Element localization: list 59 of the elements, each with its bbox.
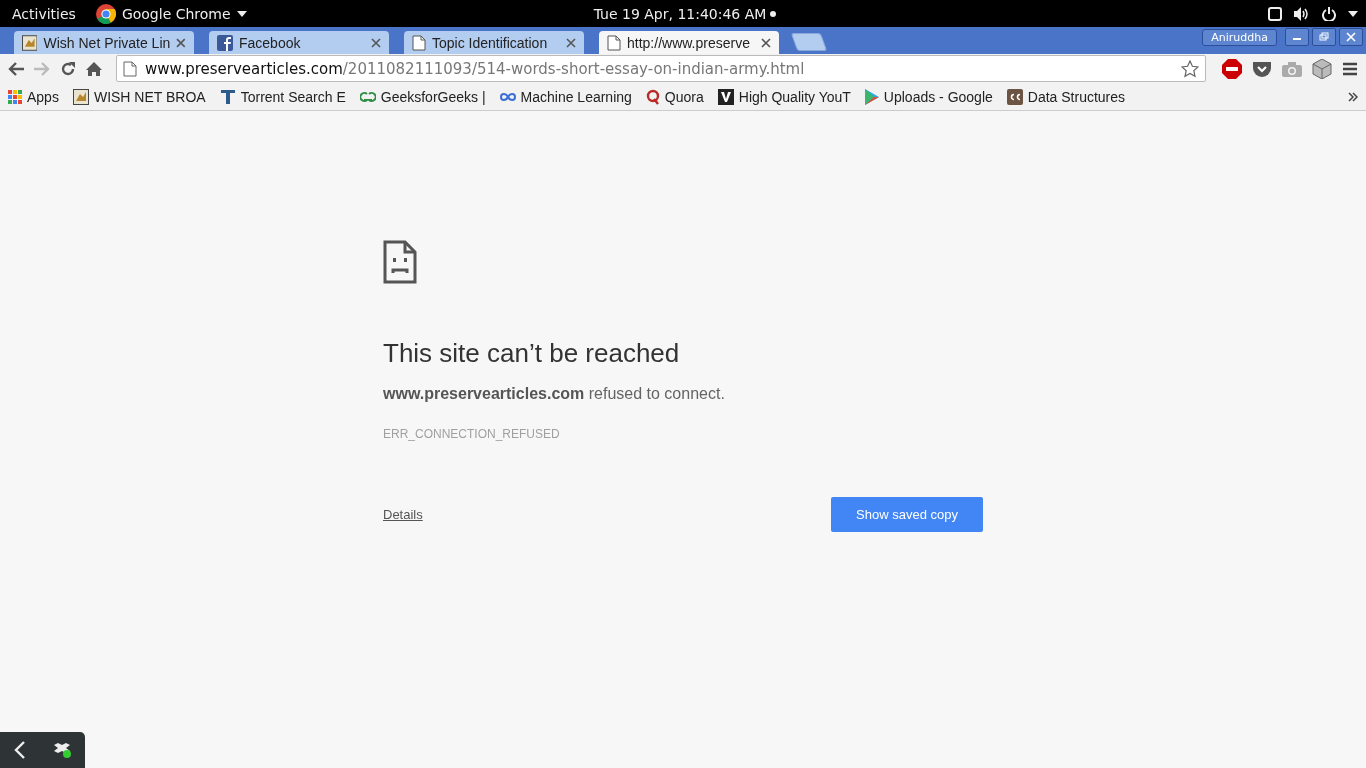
window-icon[interactable] xyxy=(1268,6,1282,21)
details-link[interactable]: Details xyxy=(383,507,423,522)
star-icon[interactable] xyxy=(1181,59,1199,78)
cube-icon[interactable] xyxy=(1312,58,1332,79)
stop-sign-icon[interactable] xyxy=(1222,58,1242,79)
cc-icon xyxy=(1006,88,1023,105)
close-icon[interactable] xyxy=(176,37,186,48)
play-icon xyxy=(864,88,879,105)
profile-button[interactable]: Aniruddha xyxy=(1202,29,1277,46)
browser-tab[interactable]: http://www.preserve xyxy=(599,31,779,54)
browser-tab[interactable]: Topic Identification xyxy=(404,31,584,54)
letter-t-icon xyxy=(219,88,236,105)
restore-icon[interactable] xyxy=(1318,31,1330,43)
error-message: www.preservearticles.com refused to connect. xyxy=(383,385,725,403)
caret-icon[interactable] xyxy=(1348,10,1358,17)
chevron-icon[interactable] xyxy=(1348,91,1358,102)
bookmark[interactable]: Machine Learning xyxy=(499,88,632,105)
menu-icon[interactable] xyxy=(1342,61,1358,76)
browser-tab[interactable]: Facebook xyxy=(209,31,389,54)
error-title: This site can’t be reached xyxy=(383,338,680,369)
thumbnail-icon xyxy=(22,34,38,51)
clock[interactable]: Tue 19 Apr, 11:40:46 AM xyxy=(593,5,767,22)
caret-icon xyxy=(236,10,247,17)
close-icon[interactable] xyxy=(566,37,576,48)
reload-icon[interactable] xyxy=(60,60,76,77)
close-icon[interactable] xyxy=(761,37,771,48)
grid-icon xyxy=(8,89,22,104)
sad-page-icon xyxy=(383,240,417,284)
dot-icon xyxy=(770,10,777,17)
page-icon xyxy=(412,34,426,51)
address-bar[interactable]: www.preservearticles.com/2011082111093/514-words-short-essay-on-indian-army.html xyxy=(116,55,1206,82)
letter-f-icon xyxy=(217,34,233,51)
bookmark[interactable]: High Quality YouT xyxy=(717,88,851,105)
error-code: ERR_CONNECTION_REFUSED xyxy=(383,427,560,441)
bookmark[interactable]: Data Structures xyxy=(1006,88,1126,105)
activities-button[interactable]: Activities xyxy=(12,5,76,22)
letter-v-icon xyxy=(717,88,734,105)
bookmark[interactable]: WISH NET BROA xyxy=(72,88,206,105)
show-saved-copy-button[interactable]: Show saved copy xyxy=(831,497,983,532)
thumbnail-icon xyxy=(72,88,89,105)
close-icon[interactable] xyxy=(371,37,381,48)
bookmark[interactable]: Apps xyxy=(8,88,59,105)
new-tab-button[interactable] xyxy=(790,33,828,51)
letter-q-icon xyxy=(645,88,660,105)
home-icon[interactable] xyxy=(86,60,102,77)
infinity-icon xyxy=(499,91,516,102)
bookmark[interactable]: Torrent Search E xyxy=(219,88,346,105)
page-icon xyxy=(123,60,137,77)
browser-tab[interactable]: Wish Net Private Lin xyxy=(14,31,194,54)
app-menu[interactable]: Google Chrome xyxy=(95,3,247,24)
volume-icon[interactable] xyxy=(1294,6,1310,21)
bookmark[interactable]: Uploads - Google xyxy=(864,88,993,105)
power-icon[interactable] xyxy=(1322,6,1336,21)
page-icon xyxy=(607,34,621,51)
back-icon[interactable] xyxy=(8,61,24,76)
bookmark[interactable]: Quora xyxy=(645,88,704,105)
chrome-logo-icon xyxy=(95,3,116,24)
pocket-icon[interactable] xyxy=(1252,59,1272,78)
bookmark[interactable]: GeeksforGeeks | xyxy=(359,88,486,105)
